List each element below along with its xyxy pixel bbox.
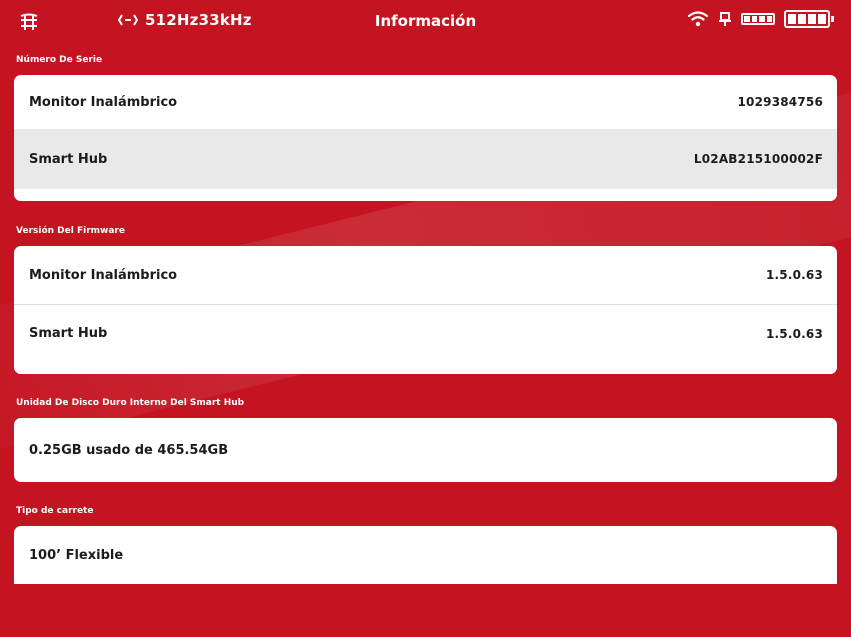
battery-small-icon [741, 13, 775, 25]
serial-number-section: Número De Serie Monitor Inalámbrico 1029… [5, 52, 846, 201]
reel-type-section: Tipo de carrete 100’ Flexible [5, 503, 846, 584]
serial-row-monitor[interactable]: Monitor Inalámbrico 1029384756 [14, 75, 837, 129]
pin-icon [719, 12, 731, 26]
serial-row-smart-hub[interactable]: Smart Hub L02AB215100002F [14, 129, 837, 189]
row-value: 1.5.0.63 [765, 268, 823, 282]
card-bottom [14, 189, 837, 201]
row-value: 1029384756 [737, 95, 823, 109]
firmware-row-monitor[interactable]: Monitor Inalámbrico 1.5.0.63 [14, 246, 837, 304]
row-name: Smart Hub [29, 326, 108, 341]
row-name: Monitor Inalámbrico [29, 94, 178, 110]
information-screen: 512Hz33kHz Información Número De Serie M… [5, 0, 846, 637]
reel-type-text: 100’ Flexible [29, 547, 124, 563]
reel-type-card: 100’ Flexible [14, 526, 837, 584]
firmware-version-section: Versión Del Firmware Monitor Inalámbrico… [5, 223, 846, 374]
serial-number-card: Monitor Inalámbrico 1029384756 Smart Hub… [14, 75, 837, 201]
row-name: Monitor Inalámbrico [29, 267, 178, 283]
reel-type-label: Tipo de carrete [16, 506, 94, 516]
row-name: Smart Hub [29, 151, 108, 167]
top-status-bar: 512Hz33kHz Información [5, 0, 846, 44]
row-value: L02AB215100002F [693, 152, 823, 166]
internal-disk-card: 0.25GB usado de 465.54GB [14, 418, 837, 482]
internal-disk-section: Unidad De Disco Duro Interno Del Smart H… [5, 395, 846, 482]
battery-large-icon [784, 10, 834, 28]
firmware-row-smart-hub[interactable]: Smart Hub 1.5.0.63 [14, 304, 837, 362]
wifi-icon [687, 11, 709, 27]
reel-type-row[interactable]: 100’ Flexible [14, 526, 837, 584]
disk-usage-text: 0.25GB usado de 465.54GB [29, 442, 229, 458]
card-bottom [14, 362, 837, 374]
firmware-version-card: Monitor Inalámbrico 1.5.0.63 Smart Hub 1… [14, 246, 837, 374]
firmware-version-label: Versión Del Firmware [16, 226, 125, 236]
internal-disk-label: Unidad De Disco Duro Interno Del Smart H… [16, 398, 245, 408]
disk-usage-row[interactable]: 0.25GB usado de 465.54GB [14, 418, 837, 482]
serial-number-label: Número De Serie [16, 55, 103, 65]
status-icons [687, 10, 834, 28]
row-value: 1.5.0.63 [765, 326, 823, 341]
